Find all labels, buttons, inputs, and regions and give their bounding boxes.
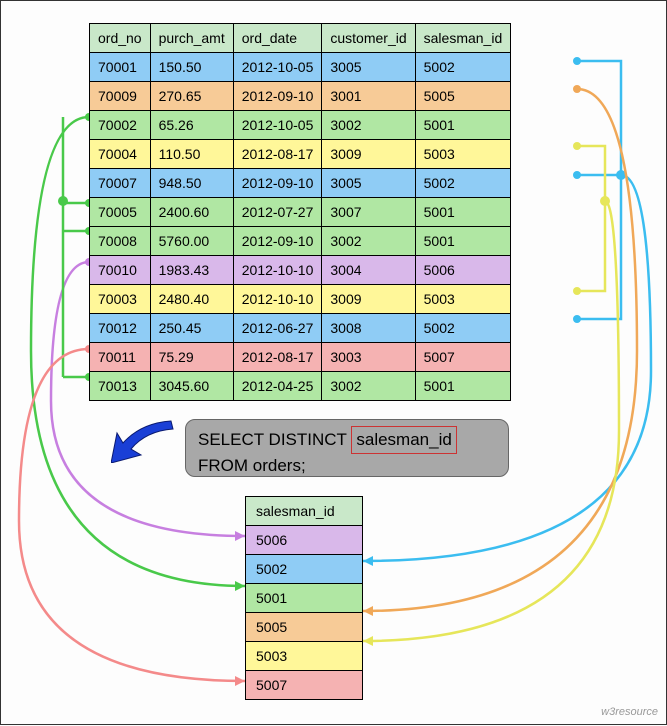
table-cell: 2012-09-10 bbox=[233, 169, 322, 198]
table-cell: 5002 bbox=[415, 169, 511, 198]
column-header: ord_no bbox=[90, 24, 151, 53]
table-cell: 3001 bbox=[322, 82, 415, 111]
table-cell: 70002 bbox=[90, 111, 151, 140]
table-row: 700085760.002012-09-1030025001 bbox=[90, 227, 511, 256]
table-cell: 70008 bbox=[90, 227, 151, 256]
table-cell: 2012-10-05 bbox=[233, 111, 322, 140]
table-cell: 5007 bbox=[246, 671, 363, 700]
table-row: 70012250.452012-06-2730085002 bbox=[90, 314, 511, 343]
table-cell: 70001 bbox=[90, 53, 151, 82]
table-cell: 5760.00 bbox=[150, 227, 233, 256]
table-cell: 5002 bbox=[415, 314, 511, 343]
table-row: 5005 bbox=[246, 613, 363, 642]
table-row: 700101983.432012-10-1030045006 bbox=[90, 256, 511, 285]
table-cell: 3008 bbox=[322, 314, 415, 343]
table-cell: 3045.60 bbox=[150, 372, 233, 401]
table-cell: 2480.40 bbox=[150, 285, 233, 314]
table-cell: 5001 bbox=[415, 111, 511, 140]
column-header: purch_amt bbox=[150, 24, 233, 53]
table-cell: 70005 bbox=[90, 198, 151, 227]
table-cell: 2400.60 bbox=[150, 198, 233, 227]
table-cell: 2012-09-10 bbox=[233, 82, 322, 111]
table-cell: 3002 bbox=[322, 111, 415, 140]
table-cell: 1983.43 bbox=[150, 256, 233, 285]
table-cell: 5002 bbox=[246, 555, 363, 584]
table-row: 5003 bbox=[246, 642, 363, 671]
table-cell: 2012-06-27 bbox=[233, 314, 322, 343]
table-row: 70001150.502012-10-0530055002 bbox=[90, 53, 511, 82]
table-cell: 5005 bbox=[415, 82, 511, 111]
table-cell: 5003 bbox=[415, 285, 511, 314]
table-cell: 2012-10-10 bbox=[233, 256, 322, 285]
table-row: 70007948.502012-09-1030055002 bbox=[90, 169, 511, 198]
table-cell: 2012-08-17 bbox=[233, 343, 322, 372]
table-row: 700052400.602012-07-2730075001 bbox=[90, 198, 511, 227]
table-cell: 250.45 bbox=[150, 314, 233, 343]
table-row: 5007 bbox=[246, 671, 363, 700]
table-cell: 2012-09-10 bbox=[233, 227, 322, 256]
sql-column-highlight: salesman_id bbox=[351, 426, 456, 454]
table-cell: 5003 bbox=[246, 642, 363, 671]
table-cell: 5001 bbox=[415, 198, 511, 227]
table-cell: 5001 bbox=[415, 372, 511, 401]
footer-credit: w3resource bbox=[601, 706, 658, 718]
table-cell: 3003 bbox=[322, 343, 415, 372]
table-cell: 270.65 bbox=[150, 82, 233, 111]
table-cell: 3005 bbox=[322, 53, 415, 82]
table-row: 700032480.402012-10-1030095003 bbox=[90, 285, 511, 314]
table-cell: 5007 bbox=[415, 343, 511, 372]
column-header: salesman_id bbox=[415, 24, 511, 53]
table-cell: 70012 bbox=[90, 314, 151, 343]
column-header: ord_date bbox=[233, 24, 322, 53]
table-cell: 70009 bbox=[90, 82, 151, 111]
table-cell: 75.29 bbox=[150, 343, 233, 372]
table-row: 7000265.262012-10-0530025001 bbox=[90, 111, 511, 140]
sql-statement-box: SELECT DISTINCT salesman_id FROM orders; bbox=[185, 419, 509, 477]
table-row: 70004110.502012-08-1730095003 bbox=[90, 140, 511, 169]
table-row: 70009270.652012-09-1030015005 bbox=[90, 82, 511, 111]
table-cell: 3004 bbox=[322, 256, 415, 285]
table-row: 5001 bbox=[246, 584, 363, 613]
table-cell: 70007 bbox=[90, 169, 151, 198]
table-cell: 5001 bbox=[415, 227, 511, 256]
table-cell: 5001 bbox=[246, 584, 363, 613]
table-row: 7001175.292012-08-1730035007 bbox=[90, 343, 511, 372]
table-cell: 5005 bbox=[246, 613, 363, 642]
table-cell: 2012-10-10 bbox=[233, 285, 322, 314]
orders-table: ord_nopurch_amtord_datecustomer_idsalesm… bbox=[89, 23, 511, 401]
table-cell: 5003 bbox=[415, 140, 511, 169]
table-cell: 2012-10-05 bbox=[233, 53, 322, 82]
table-cell: 5006 bbox=[246, 526, 363, 555]
column-header: customer_id bbox=[322, 24, 415, 53]
table-cell: 70013 bbox=[90, 372, 151, 401]
table-row: 5002 bbox=[246, 555, 363, 584]
table-cell: 3002 bbox=[322, 372, 415, 401]
table-cell: 5006 bbox=[415, 256, 511, 285]
table-cell: 5002 bbox=[415, 53, 511, 82]
table-cell: 3009 bbox=[322, 285, 415, 314]
table-cell: 2012-07-27 bbox=[233, 198, 322, 227]
table-cell: 110.50 bbox=[150, 140, 233, 169]
table-row: 700133045.602012-04-2530025001 bbox=[90, 372, 511, 401]
table-cell: 2012-08-17 bbox=[233, 140, 322, 169]
table-cell: 948.50 bbox=[150, 169, 233, 198]
table-cell: 3005 bbox=[322, 169, 415, 198]
table-cell: 70004 bbox=[90, 140, 151, 169]
arrow-icon bbox=[111, 413, 181, 463]
table-cell: 3002 bbox=[322, 227, 415, 256]
sql-select: SELECT DISTINCT bbox=[198, 430, 347, 449]
table-row: 5006 bbox=[246, 526, 363, 555]
table-cell: 3009 bbox=[322, 140, 415, 169]
result-table: salesman_id 500650025001500550035007 bbox=[245, 496, 363, 700]
table-cell: 150.50 bbox=[150, 53, 233, 82]
table-cell: 3007 bbox=[322, 198, 415, 227]
sql-from: FROM orders; bbox=[198, 456, 306, 475]
table-cell: 70011 bbox=[90, 343, 151, 372]
table-cell: 2012-04-25 bbox=[233, 372, 322, 401]
table-cell: 70003 bbox=[90, 285, 151, 314]
table-cell: 65.26 bbox=[150, 111, 233, 140]
table-cell: 70010 bbox=[90, 256, 151, 285]
result-header: salesman_id bbox=[246, 497, 363, 526]
